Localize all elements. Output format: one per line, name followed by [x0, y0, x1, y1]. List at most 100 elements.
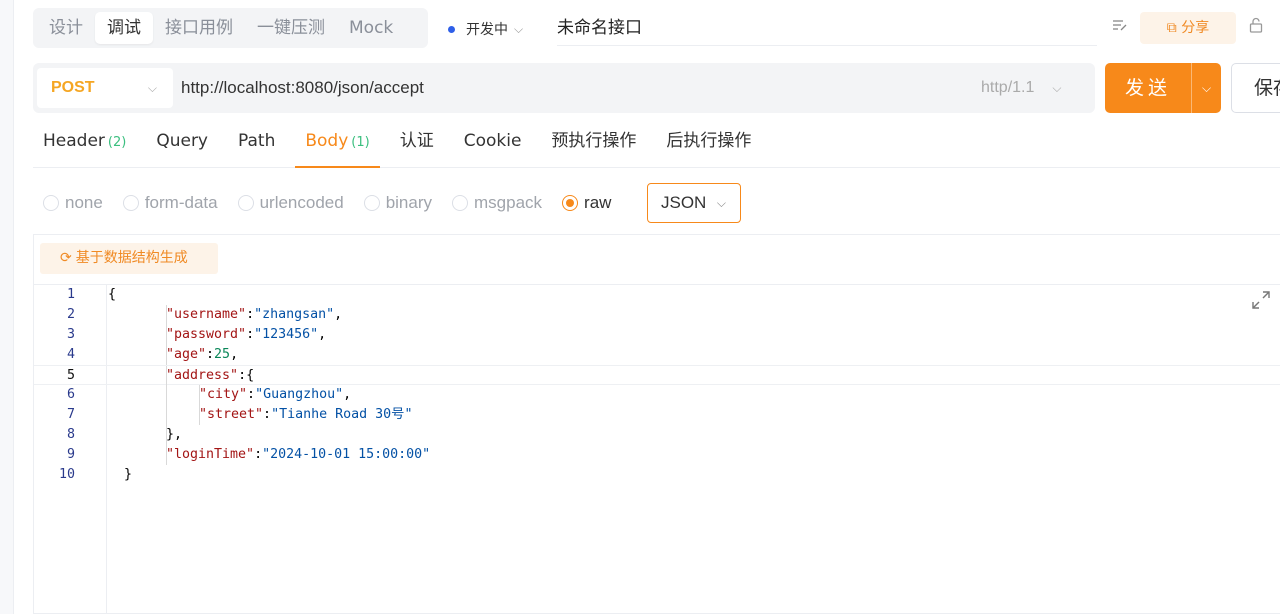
chevron-down-icon: ⌵: [514, 21, 524, 36]
api-name-input[interactable]: 未命名接口: [557, 12, 1097, 46]
request-tabs: Header (2) Query Path Body (1) 认证 Cookie 预…: [33, 120, 1280, 168]
tab-mock[interactable]: Mock: [337, 12, 405, 44]
code-text: "age":25,: [166, 345, 238, 365]
json-number: 25: [214, 347, 231, 362]
code-line[interactable]: 2 "username":"zhangsan",: [34, 305, 1280, 325]
radio-binary[interactable]: binary: [363, 193, 432, 213]
code-text: "loginTime":"2024-10-01 15:00:00": [166, 445, 430, 465]
line-number: 7: [66, 407, 75, 422]
format-icon[interactable]: [1108, 18, 1132, 40]
line-number: 6: [66, 387, 75, 402]
tab-path[interactable]: Path: [228, 120, 285, 167]
share-icon: ⧉: [1166, 20, 1182, 36]
code-line[interactable]: 1{: [34, 285, 1280, 305]
radio-label: raw: [584, 193, 612, 212]
generate-from-schema-button[interactable]: ⟳ 基于数据结构生成: [40, 243, 218, 274]
line-number: 5: [66, 368, 75, 383]
code-line[interactable]: 4 "age":25,: [34, 345, 1280, 365]
code-line[interactable]: 3 "password":"123456",: [34, 325, 1280, 345]
radio-label: none: [65, 193, 103, 212]
json-key: "city": [199, 387, 248, 402]
json-punct: ,: [334, 307, 343, 322]
json-punct: ,: [343, 387, 352, 402]
json-punct: }: [108, 467, 133, 482]
radio-none[interactable]: none: [43, 193, 103, 213]
code-text: "street":"Tianhe Road 30号": [199, 405, 412, 425]
http-version-select[interactable]: http/1.1 ⌵: [981, 75, 1061, 101]
method-select[interactable]: POST ⌵: [37, 68, 173, 108]
json-punct: ,: [318, 327, 327, 342]
code-line[interactable]: 9 "loginTime":"2024-10-01 15:00:00": [34, 445, 1280, 465]
code-text: "city":"Guangzhou",: [199, 385, 351, 405]
json-string: "Tianhe Road 30号": [271, 407, 413, 422]
json-key: "street": [199, 407, 264, 422]
code-text: }: [108, 465, 132, 485]
json-punct: :: [247, 387, 256, 402]
radio-urlencoded[interactable]: urlencoded: [237, 193, 344, 213]
radio-circle: [452, 195, 469, 211]
tab-label: 后执行操作: [666, 131, 752, 151]
json-punct: ,: [230, 347, 239, 362]
url-input[interactable]: http://localhost:8080/json/accept: [181, 75, 424, 101]
tab-header[interactable]: Header (2): [33, 120, 136, 167]
chevron-down-icon: ⌵: [716, 196, 726, 210]
json-key: "password": [166, 327, 247, 342]
tab-label: 认证: [399, 131, 434, 151]
tab-auth[interactable]: 认证: [390, 120, 444, 167]
tab-design[interactable]: 设计: [37, 12, 95, 44]
code-line[interactable]: 10 }: [34, 465, 1280, 485]
tab-pre-script[interactable]: 预执行操作: [541, 120, 646, 167]
tab-label: Query: [156, 131, 208, 151]
tab-body[interactable]: Body (1): [295, 120, 381, 168]
send-label: 发送: [1124, 77, 1171, 99]
send-button[interactable]: 发送 ⌵: [1105, 63, 1221, 113]
json-punct: :: [246, 307, 255, 322]
radio-circle: [363, 195, 380, 211]
environment-selector[interactable]: 开发中 ⌵: [448, 14, 523, 44]
code-line[interactable]: 6 "city":"Guangzhou",: [34, 385, 1280, 405]
json-string: "2024-10-01 15:00:00": [262, 447, 431, 462]
tab-label: Body: [305, 131, 349, 151]
env-label: 开发中: [466, 22, 508, 38]
tab-post-script[interactable]: 后执行操作: [656, 120, 761, 167]
refresh-icon: ⟳: [60, 250, 72, 266]
code-text: "password":"123456",: [166, 325, 326, 345]
radio-label: form-data: [144, 193, 218, 212]
code-line[interactable]: 7 "street":"Tianhe Road 30号": [34, 405, 1280, 425]
send-dropdown-chevron-icon[interactable]: ⌵: [1192, 63, 1221, 113]
tab-api-cases[interactable]: 接口用例: [153, 12, 245, 44]
radio-circle: [237, 195, 254, 211]
code-line[interactable]: 8},: [34, 425, 1280, 445]
save-button[interactable]: 保存: [1231, 63, 1280, 113]
chevron-down-icon: ⌵: [147, 81, 157, 95]
tab-cookie[interactable]: Cookie: [454, 120, 532, 167]
code-text: {: [108, 285, 116, 305]
json-key: "address": [166, 368, 239, 383]
share-label: 分享: [1181, 20, 1210, 36]
radio-form-data[interactable]: form-data: [122, 193, 218, 213]
tab-label: 预执行操作: [551, 131, 637, 151]
generate-label: 基于数据结构生成: [75, 250, 188, 266]
lock-icon[interactable]: [1244, 17, 1268, 41]
radio-label: msgpack: [474, 193, 543, 212]
tab-load-test[interactable]: 一键压测: [245, 12, 337, 44]
radio-raw[interactable]: raw: [562, 193, 611, 213]
radio-circle: [122, 195, 139, 211]
line-number: 3: [66, 327, 75, 342]
code-editor[interactable]: 1{2 "username":"zhangsan", 3 "password":"12…: [34, 285, 1280, 485]
radio-msgpack[interactable]: msgpack: [452, 193, 542, 213]
share-button[interactable]: ⧉ 分享: [1140, 12, 1236, 44]
body-format-select[interactable]: JSON ⌵: [647, 183, 741, 223]
env-status-dot: [448, 25, 455, 33]
tab-count-badge: (1): [351, 135, 370, 150]
code-text: "address":{: [166, 366, 254, 386]
tab-query[interactable]: Query: [146, 120, 218, 167]
tab-debug[interactable]: 调试: [95, 12, 153, 44]
line-number: 8: [66, 427, 75, 442]
code-line[interactable]: 5 "address":{: [34, 365, 1280, 386]
line-number: 10: [58, 467, 75, 482]
indent-guide: [166, 405, 167, 425]
json-punct: :: [206, 347, 215, 362]
json-punct: :: [254, 447, 263, 462]
indent-guide: [166, 385, 167, 405]
